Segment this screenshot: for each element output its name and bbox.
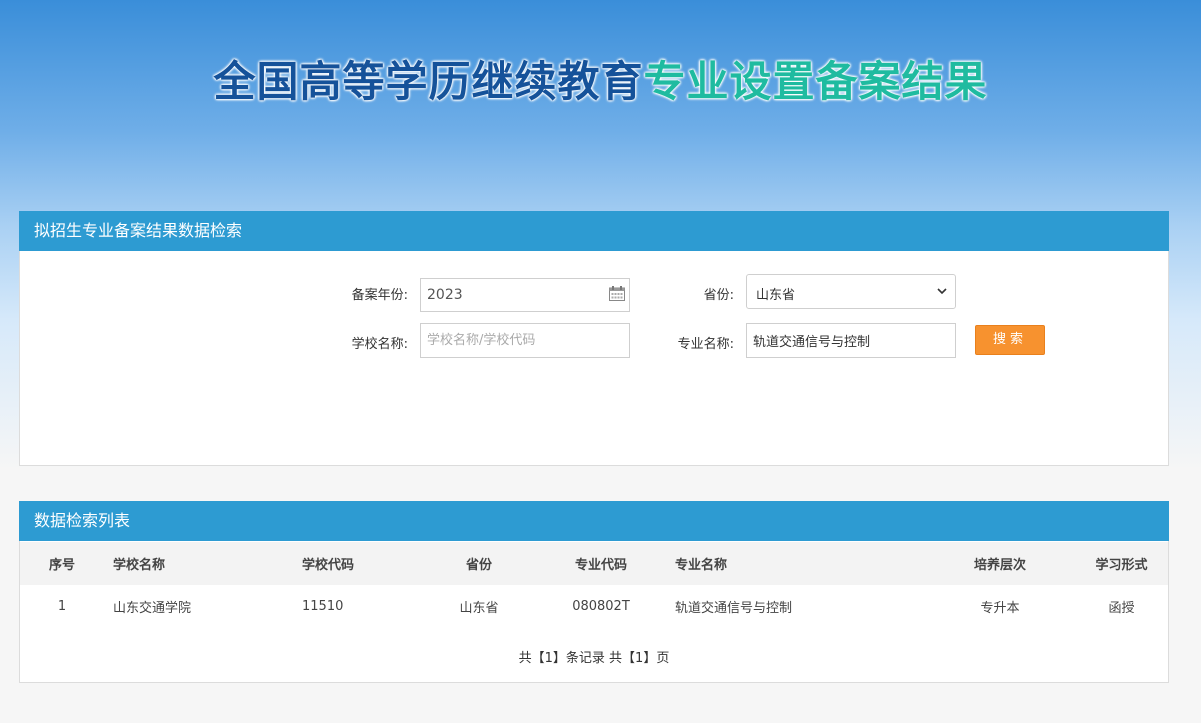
cell-major-code: 080802T (572, 599, 630, 614)
col-header-level: 培养层次 (925, 542, 1075, 585)
province-selected-value: 山东省 (756, 288, 796, 303)
search-panel-header: 拟招生专业备案结果数据检索 (19, 211, 1169, 251)
chevron-down-icon (937, 288, 947, 295)
year-date-input[interactable]: 2023 (420, 278, 630, 312)
page-title: 全国高等学历继续教育专业设置备案结果 (0, 48, 1201, 109)
col-header-index: 序号 (20, 542, 104, 585)
cell-index: 1 (57, 599, 67, 614)
cell-school-code: 11510 (302, 599, 344, 614)
year-value: 2023 (427, 287, 463, 303)
year-label: 备案年份: (351, 288, 408, 303)
result-panel: 数据检索列表 序号 学校名称 学校代码 省份 专业代码 专业名称 培养层次 学习… (19, 501, 1169, 683)
page-title-part1: 全国高等学历继续教育 (213, 57, 644, 106)
page-title-part2: 专业设置备案结果 (643, 57, 988, 106)
cell-level: 专升本 (980, 601, 1020, 616)
col-header-major-name: 专业名称 (666, 542, 925, 585)
cell-province: 山东省 (459, 601, 499, 616)
province-select[interactable]: 山东省 (746, 274, 956, 309)
table-row: 1 山东交通学院 11510 山东省 080802T 轨道交通信号与控制 专升本… (20, 585, 1168, 628)
col-header-school-name: 学校名称 (104, 542, 293, 585)
province-label: 省份: (703, 288, 734, 303)
col-header-study-form: 学习形式 (1075, 542, 1168, 585)
major-label: 专业名称: (677, 337, 734, 352)
cell-study-form: 函授 (1108, 601, 1135, 616)
calendar-icon[interactable] (609, 286, 625, 301)
search-button[interactable]: 搜索 (975, 325, 1045, 355)
result-panel-header: 数据检索列表 (19, 501, 1169, 541)
col-header-province: 省份 (422, 542, 536, 585)
table-header-row: 序号 学校名称 学校代码 省份 专业代码 专业名称 培养层次 学习形式 (20, 542, 1168, 585)
school-search-input[interactable] (420, 323, 630, 358)
col-header-major-code: 专业代码 (536, 542, 666, 585)
cell-major-name: 轨道交通信号与控制 (675, 601, 793, 616)
pagination-summary: 共【1】条记录 共【1】页 (518, 651, 670, 666)
school-label: 学校名称: (351, 337, 408, 352)
cell-school-name: 山东交通学院 (113, 601, 192, 616)
result-table: 序号 学校名称 学校代码 省份 专业代码 专业名称 培养层次 学习形式 1 山东… (20, 542, 1168, 628)
search-panel: 拟招生专业备案结果数据检索 备案年份: 2023 省份: 山东省 学校名称: 专… (19, 211, 1169, 466)
col-header-school-code: 学校代码 (293, 542, 422, 585)
major-name-input[interactable] (746, 323, 956, 358)
